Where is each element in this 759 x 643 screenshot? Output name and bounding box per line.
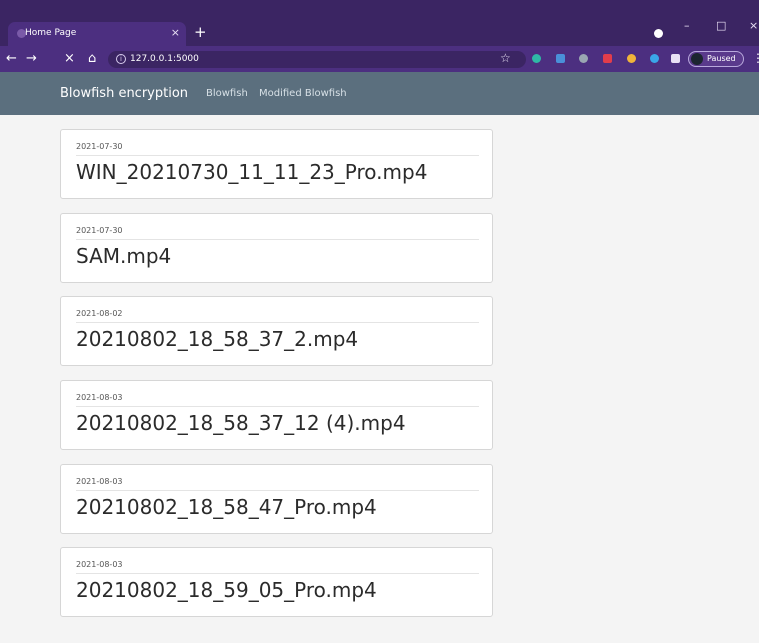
address-bar[interactable]: i 127.0.0.1:5000 [108, 51, 526, 68]
extension-red-icon[interactable] [603, 54, 612, 63]
tab-close-icon[interactable]: × [171, 27, 180, 39]
video-date: 2021-08-03 [76, 477, 123, 486]
video-date: 2021-08-03 [76, 393, 123, 402]
browser-toolbar: ← → × ⌂ i 127.0.0.1:5000 [0, 46, 759, 72]
divider [76, 573, 479, 574]
video-filename[interactable]: SAM.mp4 [76, 244, 171, 268]
new-tab-icon[interactable]: + [194, 24, 207, 40]
video-card[interactable]: 2021-07-30 SAM.mp4 [60, 213, 493, 283]
stop-icon[interactable]: × [64, 52, 75, 66]
extension-blue-icon[interactable] [556, 54, 565, 63]
video-filename[interactable]: 20210802_18_58_37_2.mp4 [76, 327, 358, 351]
extension-yellow-icon[interactable] [627, 54, 636, 63]
video-date: 2021-07-30 [76, 142, 123, 151]
profile-paused-button[interactable]: Paused [688, 51, 744, 67]
profile-status-label: Paused [707, 54, 736, 63]
tab-home-page[interactable]: Home Page × [8, 22, 186, 46]
video-filename[interactable]: 20210802_18_58_37_12 (4).mp4 [76, 411, 406, 435]
video-card[interactable]: 2021-08-03 20210802_18_58_37_12 (4).mp4 [60, 380, 493, 450]
extensions-puzzle-icon[interactable] [671, 54, 680, 63]
site-navbar: Blowfish encryption Blowfish Modified Bl… [0, 72, 759, 115]
divider [76, 155, 479, 156]
video-filename[interactable]: 20210802_18_58_47_Pro.mp4 [76, 495, 377, 519]
video-card[interactable]: 2021-08-03 20210802_18_59_05_Pro.mp4 [60, 547, 493, 617]
nav-link-modified-blowfish[interactable]: Modified Blowfish [259, 88, 347, 99]
close-window-icon[interactable]: × [749, 20, 758, 32]
bookmark-star-icon[interactable]: ☆ [500, 51, 511, 65]
browser-menu-icon[interactable]: ⋮ [752, 51, 759, 65]
chrome-profile-icon[interactable] [654, 29, 663, 38]
video-card[interactable]: 2021-08-03 20210802_18_58_47_Pro.mp4 [60, 464, 493, 534]
home-icon[interactable]: ⌂ [88, 52, 96, 66]
site-info-icon[interactable]: i [116, 54, 126, 64]
back-icon[interactable]: ← [6, 52, 17, 66]
video-date: 2021-07-30 [76, 226, 123, 235]
video-filename[interactable]: 20210802_18_59_05_Pro.mp4 [76, 578, 377, 602]
forward-icon[interactable]: → [26, 52, 37, 66]
minimize-icon[interactable]: – [684, 20, 690, 32]
nav-link-blowfish[interactable]: Blowfish [206, 88, 248, 99]
extension-gray-icon[interactable] [579, 54, 588, 63]
url-text[interactable]: 127.0.0.1:5000 [130, 54, 199, 64]
video-date: 2021-08-02 [76, 309, 123, 318]
tab-title: Home Page [25, 28, 77, 38]
divider [76, 490, 479, 491]
extension-lightblue-icon[interactable] [650, 54, 659, 63]
video-date: 2021-08-03 [76, 560, 123, 569]
browser-tab-strip: Home Page × + – □ × [0, 0, 759, 46]
navbar-brand[interactable]: Blowfish encryption [60, 86, 188, 101]
extension-teal-icon[interactable] [532, 54, 541, 63]
avatar [691, 53, 703, 65]
video-card[interactable]: 2021-08-02 20210802_18_58_37_2.mp4 [60, 296, 493, 366]
video-card[interactable]: 2021-07-30 WIN_20210730_11_11_23_Pro.mp4 [60, 129, 493, 199]
video-filename[interactable]: WIN_20210730_11_11_23_Pro.mp4 [76, 160, 427, 184]
maximize-icon[interactable]: □ [716, 20, 726, 32]
divider [76, 239, 479, 240]
divider [76, 322, 479, 323]
divider [76, 406, 479, 407]
